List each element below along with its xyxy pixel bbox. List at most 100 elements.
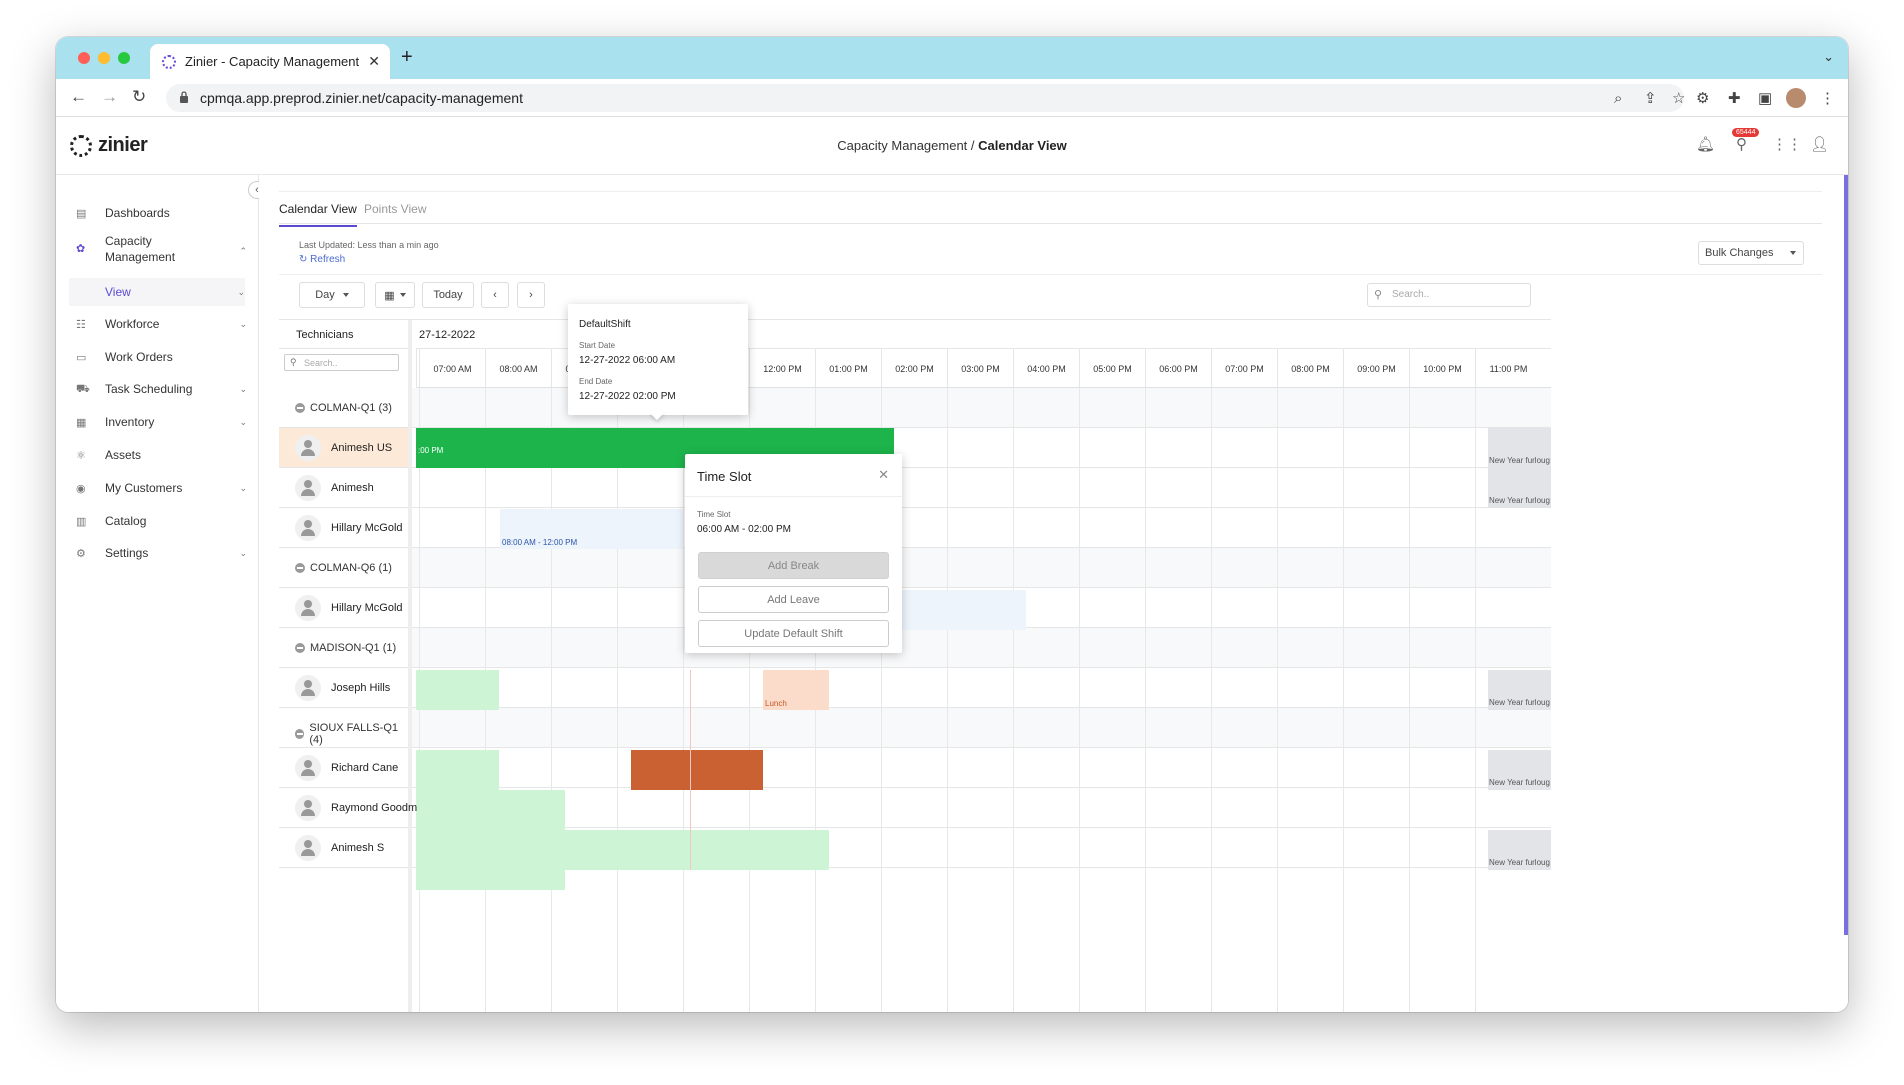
new-tab-icon[interactable]: + <box>401 46 413 69</box>
close-window-button[interactable] <box>78 52 90 64</box>
chevron-down-icon[interactable]: ⌄ <box>239 417 247 428</box>
group-row[interactable] <box>279 708 1551 748</box>
toolbar-panel: Last Updated: Less than a min ago ↻ Refr… <box>279 235 1822 275</box>
tab-calendar-view[interactable]: Calendar View <box>279 202 357 227</box>
sidebar-item-capacity-management[interactable]: ✿ Capacity Management ⌃ <box>56 233 259 265</box>
tab-points-view[interactable]: Points View <box>364 202 426 216</box>
collapse-group-icon[interactable] <box>295 729 305 739</box>
main-content: Calendar View Points View Last Updated: … <box>259 175 1848 1012</box>
chevron-down-icon[interactable]: ⌄ <box>239 548 247 559</box>
today-button[interactable]: Today <box>422 282 474 308</box>
available-block[interactable] <box>416 750 499 790</box>
profile-avatar[interactable] <box>1786 88 1806 108</box>
technician-label[interactable]: Raymond Goodm <box>295 795 417 821</box>
group-label[interactable]: COLMAN-Q6 (1) <box>295 562 392 574</box>
available-block[interactable] <box>416 670 499 710</box>
group-row[interactable] <box>279 548 1551 588</box>
technician-label[interactable]: Richard Cane <box>295 755 398 781</box>
technician-label[interactable]: Hillary McGold <box>295 595 403 621</box>
sidebar-item-view[interactable]: View ⌄ <box>69 278 245 306</box>
notification-bell-icon[interactable]: 🔔︎ <box>1696 135 1715 153</box>
tab-search-chevron-icon[interactable]: ⌄ <box>1823 49 1834 65</box>
sidebar-item-work-orders[interactable]: ▭ Work Orders <box>56 348 259 366</box>
sidebar-item-catalog[interactable]: ▥ Catalog <box>56 512 259 530</box>
share-icon[interactable]: ⇪ <box>1644 89 1657 107</box>
maximize-window-button[interactable] <box>118 52 130 64</box>
group-label[interactable]: SIOUX FALLS-Q1 (4) <box>295 722 408 746</box>
forward-arrow-icon[interactable]: → <box>101 87 118 107</box>
technician-name: Joseph Hills <box>331 682 391 694</box>
previous-day-button[interactable]: ‹ <box>481 282 509 308</box>
add-break-button[interactable]: Add Break <box>698 552 889 579</box>
technician-row[interactable] <box>279 468 1551 508</box>
sidebar-item-assets[interactable]: ⚛ Assets <box>56 446 259 464</box>
address-bar[interactable]: cpmqa.app.preprod.zinier.net/capacity-ma… <box>166 84 1685 112</box>
collapse-group-icon[interactable] <box>295 403 305 413</box>
next-day-button[interactable]: › <box>517 282 545 308</box>
group-row[interactable] <box>279 388 1551 428</box>
technician-label[interactable]: Animesh US <box>295 435 392 461</box>
technician-label[interactable]: Hillary McGold <box>295 515 403 541</box>
technician-row[interactable] <box>279 508 1551 548</box>
furlough-block[interactable]: New Year furloug <box>1488 428 1551 468</box>
available-block[interactable] <box>416 870 565 890</box>
add-leave-button[interactable]: Add Leave <box>698 586 889 613</box>
chevron-down-icon[interactable]: ⌄ <box>237 287 245 298</box>
back-arrow-icon[interactable]: ← <box>70 87 87 107</box>
close-tab-icon[interactable]: ✕ <box>368 53 380 70</box>
minimize-window-button[interactable] <box>98 52 110 64</box>
zoom-icon[interactable]: ⌕ <box>1614 90 1622 107</box>
technician-name: Animesh <box>331 482 374 494</box>
collapse-group-icon[interactable] <box>295 563 305 573</box>
breadcrumb-parent[interactable]: Capacity Management / <box>837 138 974 153</box>
sidebar-item-dashboards[interactable]: ▤ Dashboards <box>56 204 259 222</box>
group-label[interactable]: MADISON-Q1 (1) <box>295 642 396 654</box>
group-row[interactable] <box>279 628 1551 668</box>
browser-tab[interactable]: Zinier - Capacity Management ✕ <box>150 44 390 79</box>
close-icon[interactable]: ✕ <box>878 467 889 483</box>
chevron-up-icon[interactable]: ⌃ <box>239 243 247 259</box>
extension-gear-icon[interactable]: ⚙ <box>1696 89 1709 107</box>
furlough-block[interactable]: New Year furloug <box>1488 830 1551 870</box>
browser-menu-icon[interactable]: ⋮ <box>1820 89 1835 107</box>
location-pin-icon[interactable]: ⚲ <box>1736 135 1747 153</box>
bulk-changes-dropdown[interactable]: Bulk Changes <box>1698 241 1804 265</box>
technician-search-input[interactable]: ⚲ Search.. <box>284 354 399 371</box>
vertical-scrollbar[interactable] <box>1844 175 1848 935</box>
technician-label[interactable]: Animesh <box>295 475 374 501</box>
shift-highlight-block[interactable]: 08:00 AM - 12:00 PM <box>500 509 683 549</box>
available-block[interactable] <box>416 790 565 830</box>
furlough-block[interactable]: New Year furloug <box>1488 750 1551 790</box>
furlough-block[interactable]: New Year furloug <box>1488 468 1551 508</box>
lunch-block[interactable]: Lunch <box>763 670 829 710</box>
sidebar-item-workforce[interactable]: ☷ Workforce ⌄ <box>56 315 259 333</box>
group-label[interactable]: COLMAN-Q1 (3) <box>295 402 392 414</box>
sidebar-item-task-scheduling[interactable]: ⛟ Task Scheduling ⌄ <box>56 380 259 398</box>
extensions-puzzle-icon[interactable]: ✚ <box>1728 89 1741 107</box>
sidebar: ‹ ▤ Dashboards ✿ Capacity Management ⌃ V… <box>56 175 266 1012</box>
user-account-icon[interactable]: 👤︎ <box>1810 135 1829 153</box>
refresh-label: Refresh <box>310 254 346 265</box>
available-block[interactable] <box>416 830 829 870</box>
bookmark-star-icon[interactable]: ☆ <box>1672 89 1685 107</box>
update-default-shift-button[interactable]: Update Default Shift <box>698 620 889 647</box>
technician-label[interactable]: Animesh S <box>295 835 384 861</box>
apps-grid-icon[interactable]: ⋮⋮ <box>1772 135 1802 153</box>
break-block[interactable] <box>631 750 763 790</box>
chevron-down-icon[interactable]: ⌄ <box>239 483 247 494</box>
side-panel-icon[interactable]: ▣ <box>1758 89 1772 107</box>
sidebar-item-inventory[interactable]: ▦ Inventory ⌄ <box>56 413 259 431</box>
sidebar-item-settings[interactable]: ⚙ Settings ⌄ <box>56 544 259 562</box>
chevron-down-icon[interactable]: ⌄ <box>239 319 247 330</box>
calendar-search-input[interactable]: ⚲ Search.. <box>1367 283 1531 307</box>
chevron-down-icon[interactable]: ⌄ <box>239 384 247 395</box>
date-picker-button[interactable]: ▦ <box>375 282 415 308</box>
collapse-group-icon[interactable] <box>295 643 305 653</box>
furlough-block[interactable]: New Year furloug <box>1488 670 1551 710</box>
view-mode-dropdown[interactable]: Day <box>299 282 365 308</box>
time-slot-value: 06:00 AM - 02:00 PM <box>697 524 791 535</box>
sidebar-item-my-customers[interactable]: ◉ My Customers ⌄ <box>56 479 259 497</box>
technician-label[interactable]: Joseph Hills <box>295 675 390 701</box>
reload-icon[interactable]: ↻ <box>132 87 146 107</box>
refresh-link[interactable]: ↻ Refresh <box>299 254 345 265</box>
